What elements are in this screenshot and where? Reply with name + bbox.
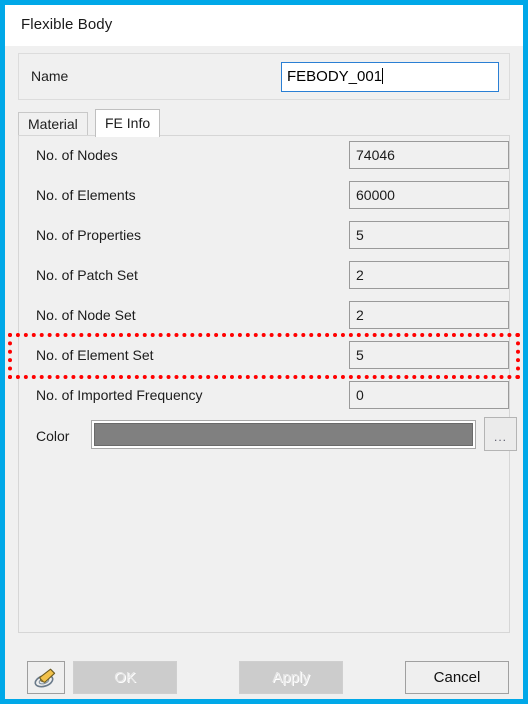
cancel-button[interactable]: Cancel [405, 661, 509, 694]
field-row-properties: No. of Properties 5 [19, 216, 511, 256]
field-row-patch-set: No. of Patch Set 2 [19, 256, 511, 296]
name-label: Name [31, 68, 69, 84]
name-input[interactable]: FEBODY_001 [281, 62, 499, 92]
field-label-properties: No. of Properties [36, 227, 142, 243]
color-label: Color [36, 428, 70, 444]
name-input-value: FEBODY_001 [287, 68, 383, 85]
field-label-nodes: No. of Nodes [36, 147, 118, 163]
field-row-element-set: No. of Element Set 5 [19, 336, 511, 376]
paint-tool-button[interactable] [27, 661, 65, 694]
tab-strip: Material FE Info [18, 109, 510, 137]
field-label-imported-frequency: No. of Imported Frequency [36, 387, 203, 403]
field-row-elements: No. of Elements 60000 [19, 176, 511, 216]
field-value-node-set[interactable]: 2 [349, 301, 509, 329]
field-value-elements[interactable]: 60000 [349, 181, 509, 209]
fe-info-panel: No. of Nodes 74046 No. of Elements 60000… [18, 135, 517, 633]
tab-fe-info[interactable]: FE Info [95, 109, 161, 137]
color-browse-button[interactable]: ... [484, 417, 517, 451]
field-label-node-set: No. of Node Set [36, 307, 136, 323]
paint-tool-icon [34, 668, 56, 687]
apply-button[interactable]: Apply [239, 661, 343, 694]
field-label-elements: No. of Elements [36, 187, 136, 203]
field-row-imported-frequency: No. of Imported Frequency 0 [19, 376, 511, 416]
dialog-title: Flexible Body [21, 16, 113, 33]
field-value-element-set[interactable]: 5 [349, 341, 509, 369]
field-row-node-set: No. of Node Set 2 [19, 296, 511, 336]
name-group-box: Name FEBODY_001 [18, 53, 510, 100]
field-value-nodes[interactable]: 74046 [349, 141, 509, 169]
ok-button[interactable]: OK [73, 661, 177, 694]
color-swatch[interactable] [94, 423, 473, 446]
field-value-properties[interactable]: 5 [349, 221, 509, 249]
dialog-button-bar: OK Apply Cancel [5, 641, 523, 699]
field-value-imported-frequency[interactable]: 0 [349, 381, 509, 409]
field-label-element-set: No. of Element Set [36, 347, 154, 363]
field-value-patch-set[interactable]: 2 [349, 261, 509, 289]
flexible-body-dialog: Flexible Body Name FEBODY_001 Material F… [0, 0, 528, 704]
tab-material[interactable]: Material [18, 112, 88, 136]
field-label-patch-set: No. of Patch Set [36, 267, 138, 283]
color-row: Color ... [19, 416, 517, 458]
color-swatch-frame[interactable] [91, 420, 476, 449]
field-row-nodes: No. of Nodes 74046 [19, 136, 511, 176]
dialog-titlebar: Flexible Body [5, 5, 523, 46]
text-caret [382, 68, 384, 84]
